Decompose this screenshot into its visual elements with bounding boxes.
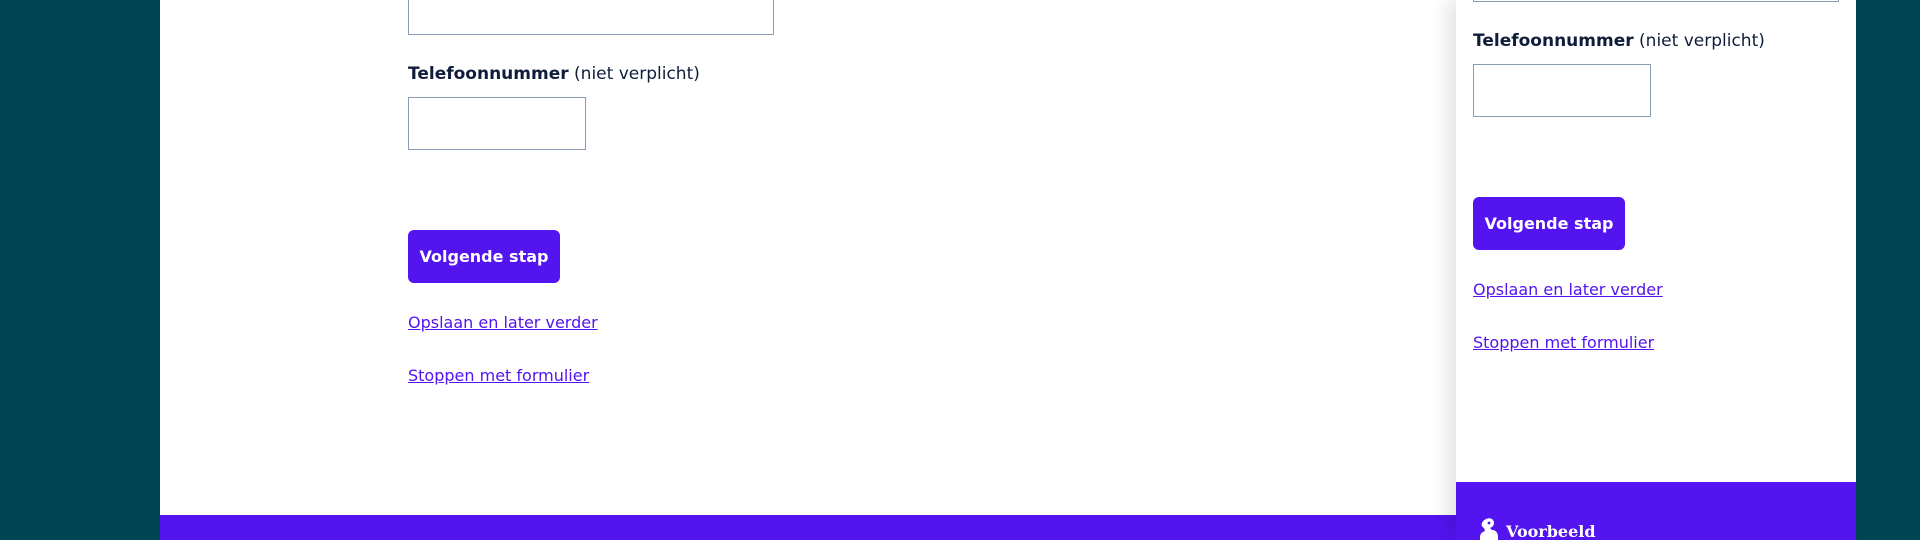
- mobile-previous-field-input[interactable]: [1473, 0, 1839, 2]
- phone-label-text: Telefoonnummer: [408, 64, 569, 84]
- logo-emblem-icon: [1476, 517, 1502, 540]
- desktop-footer: [160, 515, 1456, 540]
- footer-logo-text: Voorbeeld: [1506, 522, 1596, 540]
- mobile-save-later-link[interactable]: Opslaan en later verder: [1473, 280, 1663, 299]
- mobile-stop-form-link[interactable]: Stoppen met formulier: [1473, 333, 1654, 352]
- desktop-form-panel: Telefoonnummer (niet verplicht) Volgende…: [160, 0, 1456, 540]
- previous-field-input[interactable]: [408, 0, 774, 35]
- next-step-button[interactable]: Volgende stap: [408, 230, 560, 283]
- mobile-next-step-button[interactable]: Volgende stap: [1473, 197, 1625, 250]
- mobile-form-panel: Telefoonnummer (niet verplicht) Volgende…: [1456, 0, 1856, 540]
- mobile-footer: Voorbeeld: [1456, 482, 1856, 540]
- mobile-phone-input[interactable]: [1473, 64, 1651, 117]
- phone-input[interactable]: [408, 97, 586, 150]
- phone-optional-hint: (niet verplicht): [574, 64, 700, 84]
- footer-logo[interactable]: Voorbeeld: [1476, 517, 1596, 540]
- save-later-link[interactable]: Opslaan en later verder: [408, 313, 598, 332]
- stop-form-link[interactable]: Stoppen met formulier: [408, 366, 589, 385]
- mobile-phone-optional-hint: (niet verplicht): [1639, 31, 1765, 51]
- mobile-phone-label: Telefoonnummer (niet verplicht): [1473, 30, 1765, 52]
- mobile-phone-label-text: Telefoonnummer: [1473, 31, 1634, 51]
- phone-label: Telefoonnummer (niet verplicht): [408, 63, 700, 85]
